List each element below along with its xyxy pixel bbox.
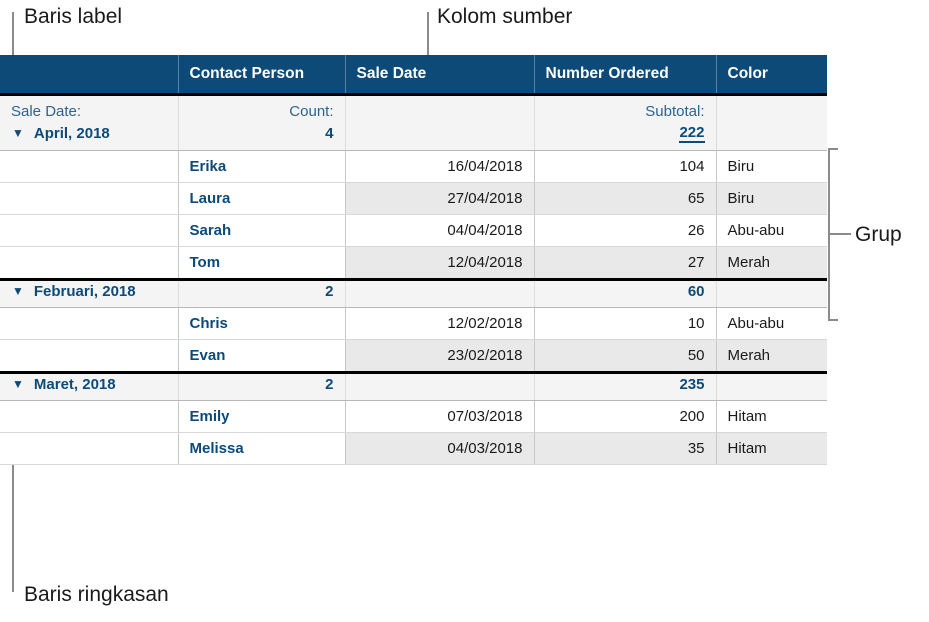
group-color-cell — [716, 122, 827, 151]
group-name-cell[interactable]: ▼ April, 2018 — [0, 122, 179, 151]
row-indent-cell — [0, 339, 179, 373]
row-number-ordered[interactable]: 104 — [534, 150, 717, 183]
row-number-ordered[interactable]: 65 — [534, 182, 717, 215]
row-indent-cell — [0, 307, 179, 340]
row-sale-date[interactable]: 27/04/2018 — [345, 182, 535, 215]
disclosure-triangle-icon[interactable]: ▼ — [12, 127, 24, 139]
row-contact-person[interactable]: Tom — [178, 246, 346, 280]
group-name-label: Maret, 2018 — [33, 375, 116, 393]
leader-grup-tick — [828, 233, 851, 235]
group-subtotal-cell: 60 — [534, 277, 717, 308]
label-row: Sale Date: Count: Subtotal: — [0, 94, 827, 122]
group-subtotal-cell: 235 — [534, 370, 717, 401]
callout-baris-label: Baris label — [24, 5, 123, 28]
group-summary-row[interactable]: ▼ Maret, 2018 2 235 — [0, 370, 827, 401]
label-row-field: Sale Date: — [0, 94, 179, 122]
row-sale-date[interactable]: 04/03/2018 — [345, 432, 535, 465]
callout-baris-ringkasan: Baris ringkasan — [24, 583, 169, 606]
row-contact-person[interactable]: Emily — [178, 400, 346, 433]
header-row: Contact Person Sale Date Number Ordered … — [0, 55, 827, 96]
row-number-ordered[interactable]: 26 — [534, 214, 717, 247]
label-row-count: Count: — [178, 94, 346, 122]
row-color[interactable]: Merah — [716, 339, 827, 373]
group-count-cell: 4 — [178, 122, 346, 151]
row-color[interactable]: Hitam — [716, 400, 827, 433]
table-row[interactable]: Tom 12/04/2018 27 Merah — [0, 246, 827, 280]
callout-grup: Grup — [855, 223, 902, 246]
table-row[interactable]: Emily 07/03/2018 200 Hitam — [0, 400, 827, 433]
row-indent-cell — [0, 246, 179, 280]
group-date-cell — [345, 122, 535, 151]
row-number-ordered[interactable]: 27 — [534, 246, 717, 280]
group-summary-row[interactable]: ▼ Februari, 2018 2 60 — [0, 277, 827, 308]
disclosure-triangle-icon[interactable]: ▼ — [12, 285, 24, 297]
row-indent-cell — [0, 214, 179, 247]
label-row-c5 — [716, 94, 827, 122]
leader-kolom-sumber-vertical — [427, 12, 429, 56]
table-row[interactable]: Laura 27/04/2018 65 Biru — [0, 182, 827, 215]
callout-kolom-sumber: Kolom sumber — [437, 5, 573, 28]
row-contact-person[interactable]: Laura — [178, 182, 346, 215]
row-color[interactable]: Merah — [716, 246, 827, 280]
leader-grup-bracket-bottom — [828, 319, 838, 321]
group-date-cell — [345, 277, 535, 308]
row-number-ordered[interactable]: 200 — [534, 400, 717, 433]
group-subtotal-cell: 222 — [534, 122, 717, 151]
row-color[interactable]: Biru — [716, 182, 827, 215]
table-header: Contact Person Sale Date Number Ordered … — [0, 55, 827, 96]
group-subtotal-value: 235 — [679, 375, 705, 393]
group-name-label: Februari, 2018 — [33, 282, 136, 300]
group-name-cell[interactable]: ▼ Februari, 2018 — [0, 277, 179, 308]
table-row[interactable]: Sarah 04/04/2018 26 Abu-abu — [0, 214, 827, 247]
leader-baris-ringkasan-vertical — [12, 452, 14, 592]
group-color-cell — [716, 277, 827, 308]
disclosure-triangle-icon[interactable]: ▼ — [12, 378, 24, 390]
group-color-cell — [716, 370, 827, 401]
row-color[interactable]: Biru — [716, 150, 827, 183]
row-sale-date[interactable]: 16/04/2018 — [345, 150, 535, 183]
row-sale-date[interactable]: 04/04/2018 — [345, 214, 535, 247]
group-date-cell — [345, 370, 535, 401]
row-number-ordered[interactable]: 50 — [534, 339, 717, 373]
column-header-contact-person[interactable]: Contact Person — [178, 55, 346, 96]
column-header-color[interactable]: Color — [716, 55, 827, 96]
group-summary-row[interactable]: ▼ April, 2018 4 222 — [0, 122, 827, 151]
row-indent-cell — [0, 432, 179, 465]
column-header-blank[interactable] — [0, 55, 179, 96]
group-count-cell: 2 — [178, 277, 346, 308]
row-sale-date[interactable]: 23/02/2018 — [345, 339, 535, 373]
column-header-number-ordered[interactable]: Number Ordered — [534, 55, 717, 96]
table-row[interactable]: Evan 23/02/2018 50 Merah — [0, 339, 827, 373]
row-indent-cell — [0, 400, 179, 433]
table-row[interactable]: Melissa 04/03/2018 35 Hitam — [0, 432, 827, 465]
row-number-ordered[interactable]: 10 — [534, 307, 717, 340]
row-color[interactable]: Abu-abu — [716, 307, 827, 340]
group-subtotal-value: 222 — [679, 124, 705, 143]
row-contact-person[interactable]: Erika — [178, 150, 346, 183]
group-count-cell: 2 — [178, 370, 346, 401]
pivot-table[interactable]: Contact Person Sale Date Number Ordered … — [0, 55, 827, 465]
row-sale-date[interactable]: 12/04/2018 — [345, 246, 535, 280]
group-subtotal-value: 60 — [687, 282, 705, 300]
table-row[interactable]: Erika 16/04/2018 104 Biru — [0, 150, 827, 183]
row-contact-person[interactable]: Sarah — [178, 214, 346, 247]
row-color[interactable]: Hitam — [716, 432, 827, 465]
table-row[interactable]: Chris 12/02/2018 10 Abu-abu — [0, 307, 827, 340]
row-contact-person[interactable]: Evan — [178, 339, 346, 373]
row-contact-person[interactable]: Melissa — [178, 432, 346, 465]
row-number-ordered[interactable]: 35 — [534, 432, 717, 465]
table-body: Sale Date: Count: Subtotal: ▼ April, 2018 4 22… — [0, 94, 827, 465]
column-header-sale-date[interactable]: Sale Date — [345, 55, 535, 96]
row-contact-person[interactable]: Chris — [178, 307, 346, 340]
group-name-cell[interactable]: ▼ Maret, 2018 — [0, 370, 179, 401]
row-sale-date[interactable]: 07/03/2018 — [345, 400, 535, 433]
row-indent-cell — [0, 150, 179, 183]
row-indent-cell — [0, 182, 179, 215]
group-name-label: April, 2018 — [33, 124, 110, 142]
row-sale-date[interactable]: 12/02/2018 — [345, 307, 535, 340]
row-color[interactable]: Abu-abu — [716, 214, 827, 247]
label-row-subtotal: Subtotal: — [534, 94, 717, 122]
leader-grup-bracket-top — [828, 148, 838, 150]
label-row-c3 — [345, 94, 535, 122]
